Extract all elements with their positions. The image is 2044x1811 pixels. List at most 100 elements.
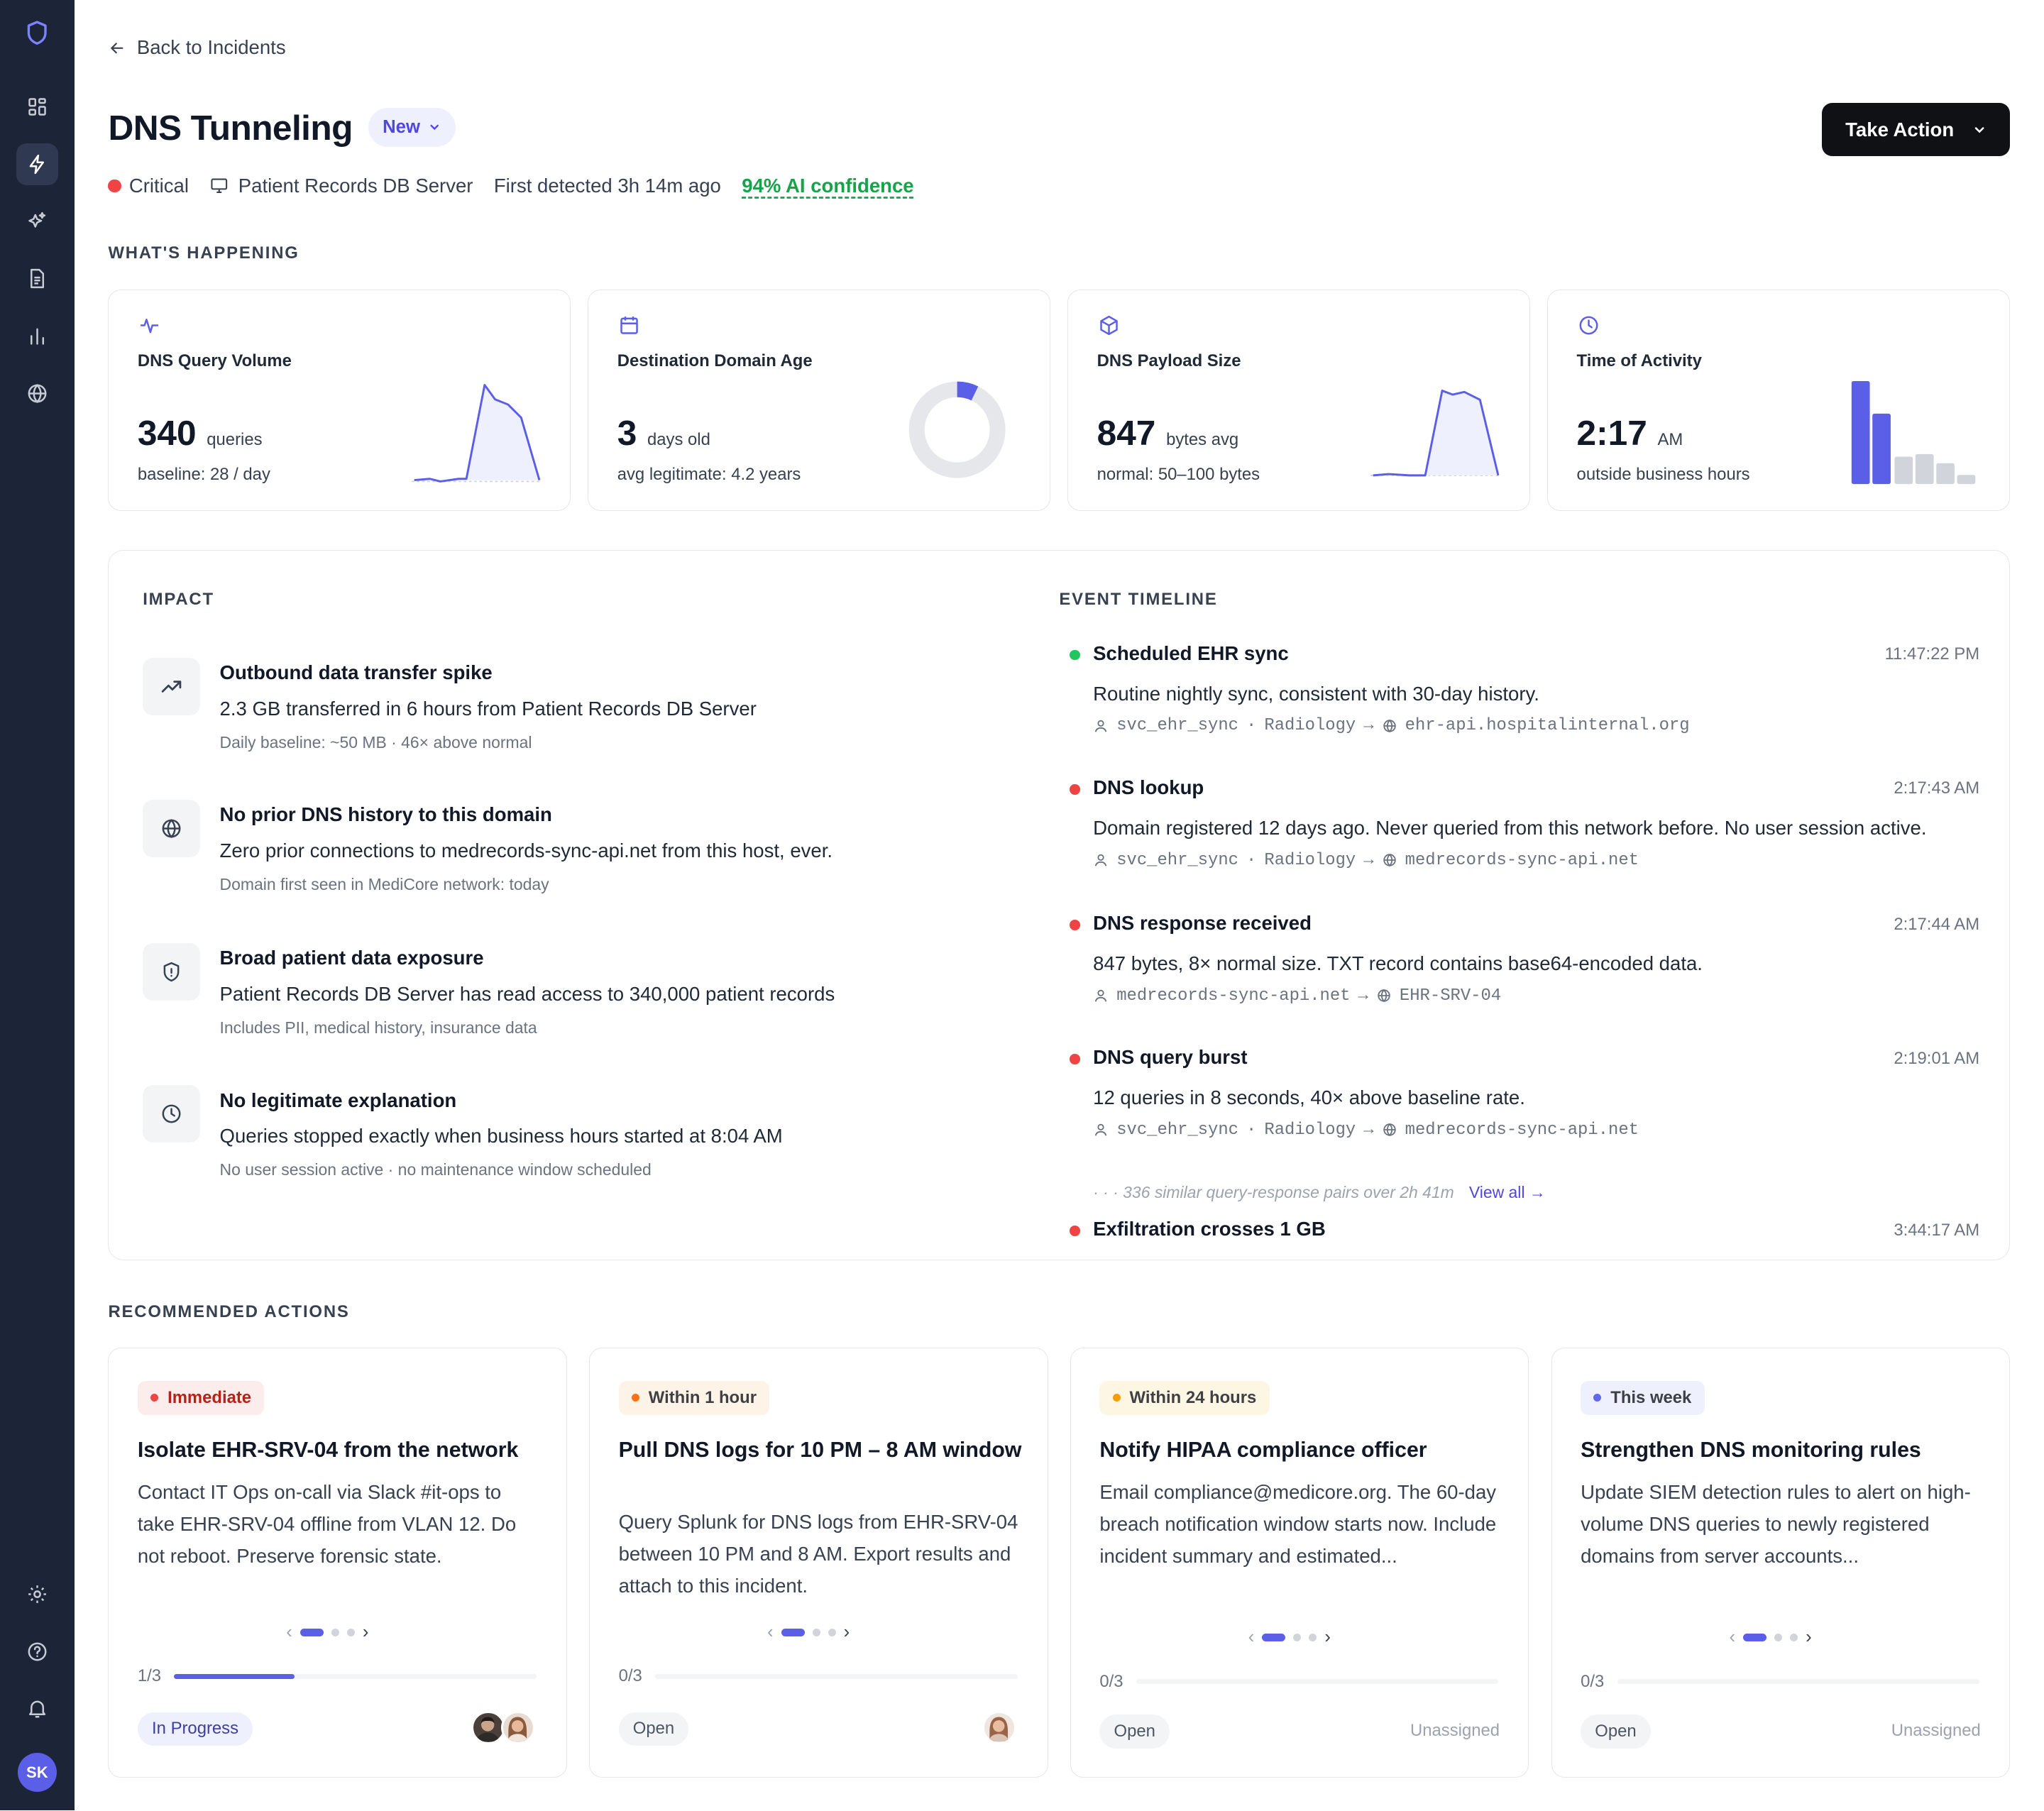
metric-value: 340 queries [138, 412, 263, 453]
assignee-label[interactable]: Unassigned [1891, 1721, 1981, 1741]
step-pager[interactable]: ‹ › [286, 1622, 368, 1643]
asset-label: Patient Records DB Server [238, 175, 473, 197]
step-pager[interactable]: ‹ › [1248, 1627, 1331, 1648]
user-avatar[interactable]: SK [17, 1753, 57, 1793]
action-progress: 0/3 [1581, 1671, 1980, 1692]
status-badge[interactable]: Open [1581, 1714, 1651, 1749]
user-icon [1094, 720, 1107, 732]
action-description: Update SIEM detection rules to alert on … [1581, 1481, 1971, 1568]
status-badge[interactable]: Open [1099, 1714, 1170, 1749]
nav-network[interactable] [16, 373, 58, 414]
priority-badge: Within 1 hour [618, 1381, 770, 1415]
action-title: Strengthen DNS monitoring rules [1581, 1438, 1921, 1463]
nav-settings[interactable] [16, 1573, 58, 1615]
status-badge[interactable]: Open [618, 1712, 689, 1746]
clock-icon [162, 1104, 181, 1123]
avatar[interactable] [501, 1710, 535, 1745]
chevron-left-icon[interactable]: ‹ [767, 1622, 774, 1643]
timeline-collapsed-events: · · · 336 similar query-response pairs o… [1093, 1183, 1546, 1202]
event-dept: Radiology [1264, 716, 1356, 736]
step-pager[interactable]: ‹ › [767, 1622, 850, 1643]
back-link[interactable]: Back to Incidents [108, 36, 286, 59]
event-meta: svc_ehr_sync · Radiology → medrecords-sy… [1093, 851, 1639, 870]
chevron-left-icon[interactable]: ‹ [1248, 1627, 1255, 1648]
event-status-dot [1070, 649, 1080, 661]
metric-card-domain-age[interactable]: Destination Domain Age 3 days old avg le… [588, 289, 1051, 511]
shield-logo-icon[interactable] [23, 18, 51, 47]
activity-bar [1936, 463, 1955, 485]
action-progress: 1/3 [138, 1666, 537, 1686]
activity-bar [1872, 414, 1891, 485]
metric-number: 3 [617, 413, 637, 453]
metric-card-query-volume[interactable]: DNS Query Volume 340 queries baseline: 2… [108, 289, 571, 511]
nav-reports[interactable] [16, 258, 58, 300]
nav-analytics[interactable] [16, 315, 58, 357]
ai-confidence-link[interactable]: 94% AI confidence [742, 175, 913, 197]
nav-dashboard[interactable] [16, 86, 58, 128]
impact-description: Patient Records DB Server has read acces… [219, 982, 835, 1005]
arrow-left-icon [111, 42, 123, 53]
progress-label: 0/3 [1581, 1671, 1605, 1691]
metric-value: 847 bytes avg [1097, 412, 1239, 453]
chevron-left-icon[interactable]: ‹ [286, 1622, 292, 1643]
metric-card-payload-size[interactable]: DNS Payload Size 847 bytes avg normal: 5… [1067, 289, 1531, 511]
avatar[interactable] [982, 1710, 1016, 1745]
assignee-label[interactable]: Unassigned [1410, 1721, 1500, 1741]
action-title: Pull DNS logs for 10 PM – 8 AM window [618, 1438, 1022, 1463]
globe-icon [1383, 853, 1396, 867]
action-card[interactable]: This week Strengthen DNS monitoring rule… [1551, 1348, 2011, 1778]
event-dept: Radiology [1264, 850, 1356, 870]
metric-card-time-of-activity[interactable]: Time of Activity 2:17 AM outside busines… [1547, 289, 2011, 511]
impact-note: No user session active · no maintenance … [219, 1160, 652, 1179]
metric-unit: queries [207, 430, 263, 450]
status-dropdown[interactable]: New [368, 108, 456, 148]
action-card[interactable]: Within 1 hour Pull DNS logs for 10 PM – … [589, 1348, 1048, 1778]
step-pager[interactable]: ‹ › [1729, 1627, 1811, 1648]
severity-dot [108, 179, 121, 193]
nav-help[interactable] [16, 1631, 58, 1673]
action-card[interactable]: Immediate Isolate EHR-SRV-04 from the ne… [108, 1348, 567, 1778]
nav-incidents[interactable] [16, 143, 58, 185]
take-action-button[interactable]: Take Action [1822, 103, 2011, 157]
domain-age-donut [909, 381, 1006, 478]
progress-bar [174, 1673, 537, 1679]
event-description: 12 queries in 8 seconds, 40× above basel… [1093, 1086, 1525, 1108]
impact-title: No legitimate explanation [219, 1089, 457, 1111]
view-all-link[interactable]: View all → [1469, 1183, 1546, 1201]
metric-number: 2:17 [1576, 413, 1647, 453]
impact-note: Daily baseline: ~50 MB · 46× above norma… [219, 732, 532, 752]
action-description: Query Splunk for DNS logs from EHR-SRV-0… [618, 1511, 1018, 1597]
progress-bar [1617, 1678, 1980, 1685]
metric-unit: bytes avg [1166, 430, 1239, 450]
impact-note: Domain first seen in MediCore network: t… [219, 875, 549, 894]
chevron-right-icon[interactable]: › [1806, 1627, 1812, 1648]
impact-icon-box [143, 657, 200, 715]
impact-title: No prior DNS history to this domain [219, 803, 552, 826]
chevron-left-icon[interactable]: ‹ [1729, 1627, 1735, 1648]
timeline-heading: EVENT TIMELINE [1059, 590, 1218, 610]
activity-bar [1957, 475, 1976, 485]
page-title: DNS Tunneling [108, 107, 353, 148]
event-title: DNS lookup [1093, 776, 1204, 798]
action-card[interactable]: Within 24 hours Notify HIPAA compliance … [1070, 1348, 1529, 1778]
avatar[interactable] [471, 1710, 505, 1745]
nav-ai[interactable] [16, 201, 58, 243]
metric-title: DNS Payload Size [1097, 351, 1241, 371]
status-badge[interactable]: In Progress [137, 1712, 253, 1746]
progress-fill [174, 1673, 295, 1679]
chevron-right-icon[interactable]: › [1324, 1627, 1331, 1648]
event-time: 3:44:17 AM [1894, 1221, 1980, 1240]
whats-happening-heading: WHAT'S HAPPENING [108, 243, 300, 263]
impact-icon-box [143, 1085, 200, 1143]
nav-notifications[interactable] [16, 1688, 58, 1730]
event-description: Routine nightly sync, consistent with 30… [1093, 682, 1539, 705]
lightning-icon [29, 154, 44, 175]
event-dept: Radiology [1264, 1120, 1356, 1140]
title-row: DNS Tunneling New [108, 107, 456, 148]
chevron-right-icon[interactable]: › [844, 1622, 850, 1643]
action-description: Email compliance@medicore.org. The 60-da… [1099, 1481, 1497, 1568]
clock-icon [1579, 316, 1598, 335]
event-status-dot [1070, 919, 1080, 930]
chevron-right-icon[interactable]: › [363, 1622, 369, 1643]
metric-number: 847 [1097, 413, 1156, 453]
